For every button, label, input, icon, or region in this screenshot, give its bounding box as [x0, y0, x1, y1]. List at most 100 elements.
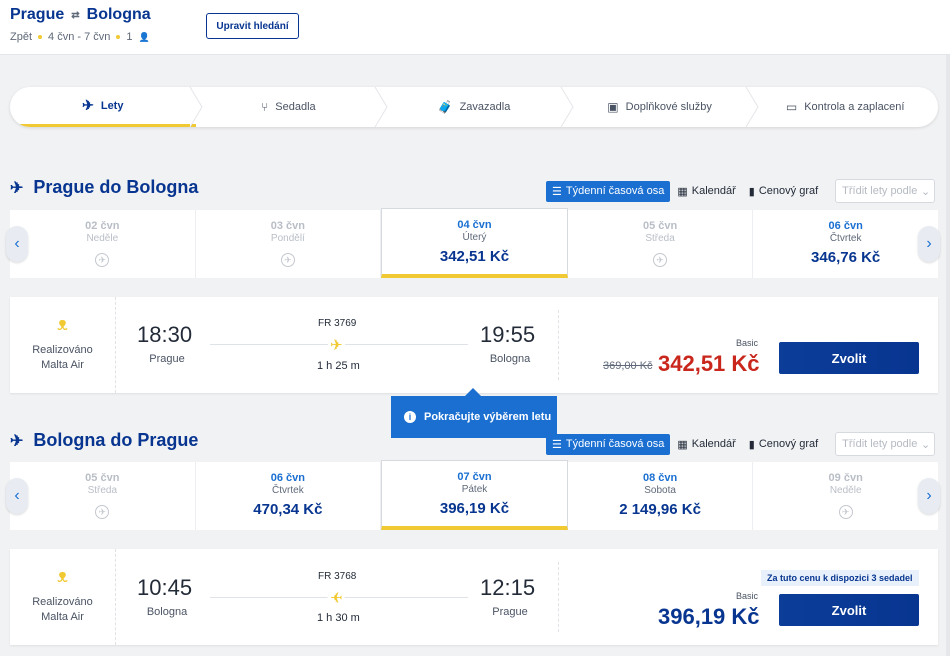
outbound-title-text: Prague do Bologna	[33, 177, 199, 197]
step-seats[interactable]: ⑂ Sedadla	[196, 87, 388, 127]
outbound-view-toggles: ☰ Týdenní časová osa ▦ Kalendář ▮ Cenový gr…	[546, 179, 936, 203]
step-divider	[189, 87, 203, 127]
continue-tooltip: i Pokračujte výběrem letu	[391, 388, 557, 438]
price-chart-button[interactable]: ▮ Cenový graf	[742, 433, 825, 455]
calendar-icon: ▦	[677, 438, 688, 451]
day-label: Pondělí	[270, 233, 305, 244]
flight-number: FR 3768	[318, 571, 357, 582]
calendar-view-button[interactable]: ▦ Kalendář	[671, 180, 742, 202]
operator-line2: Malta Air	[41, 359, 84, 371]
step-label: Sedadla	[275, 101, 316, 113]
date-cell: 05 čvn Středa ✈	[568, 210, 754, 278]
bar-chart-icon: ▮	[748, 185, 755, 198]
date-cell: 05 čvn Středa ✈	[10, 462, 196, 530]
route-title: Prague ⇄ Bologna	[10, 6, 151, 24]
plane-icon: ✈	[82, 97, 94, 113]
sort-dropdown[interactable]: Třídit lety podle ⌄	[835, 179, 936, 203]
calendar-label: Kalendář	[691, 438, 736, 450]
plane-icon: ✈	[328, 589, 345, 607]
step-divider	[374, 87, 388, 127]
prev-dates-button[interactable]: ‹	[6, 478, 28, 514]
info-icon: i	[404, 411, 416, 423]
arrival-city: Bologna	[489, 353, 531, 365]
departure-time: 18:30	[137, 322, 193, 347]
date-price: 346,76 Kč	[811, 249, 881, 266]
arrival-time: 19:55	[480, 322, 536, 347]
trip-type: Zpět	[10, 31, 33, 43]
date-cell: 09 čvn Neděle ✈	[753, 462, 938, 530]
weekly-view-button[interactable]: ☰ Týdenní časová osa	[546, 433, 671, 455]
harp-logo-icon: ᴥ	[57, 314, 68, 334]
flight-duration: 1 h 25 m	[317, 360, 360, 372]
departure-city: Bologna	[146, 606, 188, 618]
date-cell[interactable]: 08 čvn Sobota 2 149,96 Kč	[568, 462, 754, 530]
chevron-left-icon: ‹	[14, 235, 20, 252]
date-price: 2 149,96 Kč	[619, 501, 701, 518]
calendar-label: Kalendář	[691, 185, 736, 197]
prev-dates-button[interactable]: ‹	[6, 226, 28, 262]
sort-dropdown[interactable]: Třídit lety podle ⌄	[835, 432, 936, 456]
date-label: 05 čvn	[85, 472, 120, 484]
date-label: 05 čvn	[642, 220, 678, 232]
date-label: 03 čvn	[270, 220, 306, 232]
day-label: Středa	[87, 485, 118, 496]
no-flight-icon: ✈	[280, 253, 295, 267]
list-icon: ☰	[552, 185, 562, 198]
price-chart-button[interactable]: ▮ Cenový graf	[742, 180, 825, 202]
divider	[558, 310, 559, 380]
edit-search-button[interactable]: Upravit hledání	[206, 13, 299, 39]
date-cell[interactable]: 06 čvn Čtvrtek 346,76 Kč	[753, 210, 938, 278]
calendar-view-button[interactable]: ▦ Kalendář	[671, 433, 742, 455]
chevron-right-icon: ›	[926, 487, 932, 504]
date-price: 396,19 Kč	[439, 500, 510, 517]
fare-type: Basic	[736, 338, 759, 348]
day-label: Pátek	[461, 484, 488, 495]
step-extras[interactable]: ▣ Doplňkové služby	[567, 87, 759, 127]
outbound-title: ✈ Prague do Bologna	[10, 177, 198, 198]
step-label: Doplňkové služby	[625, 101, 712, 113]
date-cell: 03 čvn Pondělí ✈	[196, 210, 382, 278]
harp-logo-icon: ᴥ	[57, 566, 68, 586]
inbound-date-bar: 05 čvn Středa ✈ 06 čvn Čtvrtek 470,34 Kč…	[10, 460, 938, 530]
date-cell[interactable]: 06 čvn Čtvrtek 470,34 Kč	[196, 462, 382, 530]
day-label: Čtvrtek	[272, 485, 304, 496]
operator-info: ᴥ Realizováno Malta Air	[10, 549, 116, 645]
step-label: Zavazadla	[459, 101, 511, 113]
choose-outbound-button[interactable]: Zvolit	[779, 342, 919, 374]
sort-placeholder: Třídit lety podle	[842, 438, 918, 450]
separator-dot	[116, 35, 121, 39]
step-divider	[745, 87, 759, 127]
step-label: Kontrola a zaplacení	[804, 101, 905, 113]
origin-city: Prague	[10, 6, 65, 23]
day-label: Středa	[645, 233, 675, 244]
destination-city: Bologna	[86, 6, 151, 23]
flight-price: 396,19 Kč	[658, 604, 760, 629]
date-label: 09 čvn	[828, 472, 863, 484]
scrollbar[interactable]	[946, 55, 950, 656]
luggage-icon: 🧳	[437, 100, 453, 114]
date-cell-selected[interactable]: 04 čvn Úterý 342,51 Kč	[381, 208, 568, 278]
chevron-left-icon: ‹	[14, 487, 20, 504]
next-dates-button[interactable]: ›	[918, 478, 940, 514]
price-chart-label: Cenový graf	[758, 438, 819, 450]
fare-type: Basic	[736, 591, 759, 601]
tooltip-arrow	[465, 388, 481, 396]
date-cell-selected[interactable]: 07 čvn Pátek 396,19 Kč	[381, 460, 568, 530]
discount-price: 342,51 Kč	[658, 351, 760, 376]
next-dates-button[interactable]: ›	[918, 226, 940, 262]
departure-plane-icon: ✈	[10, 179, 24, 197]
step-luggage[interactable]: 🧳 Zavazadla	[381, 87, 574, 127]
choose-inbound-button[interactable]: Zvolit	[779, 594, 919, 626]
date-label: 07 čvn	[457, 471, 492, 483]
list-icon: ☰	[552, 438, 562, 451]
step-flights[interactable]: ✈ Lety	[10, 87, 203, 127]
no-flight-icon: ✈	[95, 505, 110, 519]
sort-placeholder: Třídit lety podle	[842, 185, 918, 197]
departure-plane-icon: ✈	[10, 432, 24, 450]
weekly-view-button[interactable]: ☰ Týdenní časová osa	[546, 180, 671, 202]
no-flight-icon: ✈	[838, 505, 853, 519]
seats-available-badge: Za tuto cenu k dispozici 3 sedadel	[761, 570, 919, 586]
step-checkout[interactable]: ▭ Kontrola a zaplacení	[752, 87, 938, 127]
step-divider	[560, 87, 574, 127]
inbound-title-text: Bologna do Prague	[33, 430, 199, 450]
